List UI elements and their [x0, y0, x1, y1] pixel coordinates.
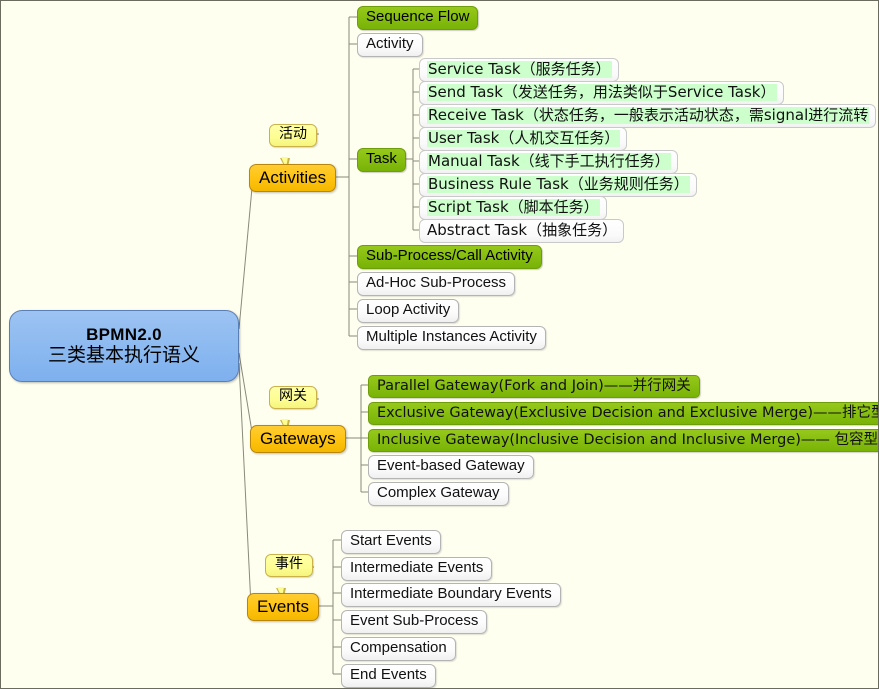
branch-gateways-label: Gateways: [260, 429, 336, 448]
node-intermediate-events[interactable]: Intermediate Events: [341, 557, 493, 581]
node-user-task-label: User Task（人机交互任务）: [427, 129, 621, 147]
node-end-events-label: End Events: [350, 666, 427, 683]
node-multiple-instances-activity-label: Multiple Instances Activity: [366, 328, 537, 345]
node-end-events[interactable]: End Events: [341, 664, 436, 688]
node-event-sub-process[interactable]: Event Sub-Process: [341, 610, 488, 634]
node-compensation-label: Compensation: [350, 639, 447, 656]
node-start-events[interactable]: Start Events: [341, 530, 441, 554]
callout-events-label: 事件: [275, 556, 303, 572]
node-sub-process-call-activity[interactable]: Sub-Process/Call Activity: [357, 245, 542, 269]
node-event-sub-process-label: Event Sub-Process: [350, 612, 479, 629]
node-sequence-flow-label: Sequence Flow: [366, 8, 470, 25]
callout-activities[interactable]: 活动: [269, 124, 317, 171]
branch-activities-label: Activities: [259, 168, 327, 187]
branch-gateways[interactable]: Gateways: [250, 425, 346, 454]
node-ad-hoc-sub-process[interactable]: Ad-Hoc Sub-Process: [357, 272, 516, 296]
node-business-rule-task-label: Business Rule Task（业务规则任务）: [427, 175, 690, 193]
node-abstract-task[interactable]: Abstract Task（抽象任务）: [419, 219, 625, 243]
root-title-line1: BPMN2.0: [86, 325, 162, 345]
node-sub-process-call-activity-label: Sub-Process/Call Activity: [366, 247, 533, 264]
node-receive-task[interactable]: Receive Task（状态任务，一般表示活动状态，需signal进行流转: [419, 104, 877, 128]
node-event-based-gateway[interactable]: Event-based Gateway: [368, 455, 534, 479]
mindmap-canvas: BPMN2.0 三类基本执行语义 活动 Activities Sequence …: [0, 0, 879, 689]
node-ad-hoc-sub-process-label: Ad-Hoc Sub-Process: [366, 274, 507, 291]
node-intermediate-events-label: Intermediate Events: [350, 559, 484, 576]
node-send-task-label: Send Task（发送任务，用法类似于Service Task）: [427, 83, 777, 101]
node-inclusive-gateway[interactable]: Inclusive Gateway(Inclusive Decision and…: [368, 429, 879, 453]
callout-activities-label: 活动: [279, 126, 307, 142]
node-service-task-label: Service Task（服务任务）: [427, 60, 612, 78]
node-activity-label: Activity: [366, 35, 414, 52]
node-exclusive-gateway[interactable]: Exclusive Gateway(Exclusive Decision and…: [368, 402, 879, 426]
node-parallel-gateway[interactable]: Parallel Gateway(Fork and Join)——并行网关: [368, 375, 700, 399]
node-manual-task[interactable]: Manual Task（线下手工执行任务）: [419, 150, 678, 174]
branch-activities[interactable]: Activities: [249, 164, 337, 193]
node-service-task[interactable]: Service Task（服务任务）: [419, 58, 619, 82]
node-script-task[interactable]: Script Task（脚本任务）: [419, 196, 607, 220]
node-inclusive-gateway-label: Inclusive Gateway(Inclusive Decision and…: [377, 432, 879, 448]
node-loop-activity[interactable]: Loop Activity: [357, 299, 460, 323]
node-task[interactable]: Task: [357, 148, 406, 172]
node-complex-gateway[interactable]: Complex Gateway: [368, 482, 509, 506]
node-complex-gateway-label: Complex Gateway: [377, 484, 500, 501]
root-node[interactable]: BPMN2.0 三类基本执行语义: [9, 310, 239, 382]
node-loop-activity-label: Loop Activity: [366, 301, 451, 318]
branch-events-label: Events: [257, 597, 309, 616]
node-intermediate-boundary-events-label: Intermediate Boundary Events: [350, 585, 552, 602]
node-sequence-flow[interactable]: Sequence Flow: [357, 6, 479, 30]
node-start-events-label: Start Events: [350, 532, 432, 549]
node-user-task[interactable]: User Task（人机交互任务）: [419, 127, 628, 151]
branch-events[interactable]: Events: [247, 593, 319, 622]
callout-events[interactable]: 事件: [265, 554, 313, 601]
node-abstract-task-label: Abstract Task（抽象任务）: [427, 221, 618, 239]
callout-gateways[interactable]: 网关: [269, 386, 317, 433]
node-task-label: Task: [366, 150, 397, 167]
node-business-rule-task[interactable]: Business Rule Task（业务规则任务）: [419, 173, 697, 197]
node-activity[interactable]: Activity: [357, 33, 423, 57]
node-intermediate-boundary-events[interactable]: Intermediate Boundary Events: [341, 583, 561, 607]
node-event-based-gateway-label: Event-based Gateway: [377, 457, 525, 474]
callout-gateways-label: 网关: [279, 388, 307, 404]
node-manual-task-label: Manual Task（线下手工执行任务）: [427, 152, 671, 170]
node-multiple-instances-activity[interactable]: Multiple Instances Activity: [357, 326, 546, 350]
node-receive-task-label: Receive Task（状态任务，一般表示活动状态，需signal进行流转: [427, 106, 870, 124]
node-compensation[interactable]: Compensation: [341, 637, 456, 661]
node-send-task[interactable]: Send Task（发送任务，用法类似于Service Task）: [419, 81, 784, 105]
node-parallel-gateway-label: Parallel Gateway(Fork and Join)——并行网关: [377, 378, 691, 394]
node-script-task-label: Script Task（脚本任务）: [427, 198, 600, 216]
node-exclusive-gateway-label: Exclusive Gateway(Exclusive Decision and…: [377, 405, 879, 421]
root-title-line2: 三类基本执行语义: [47, 344, 200, 367]
